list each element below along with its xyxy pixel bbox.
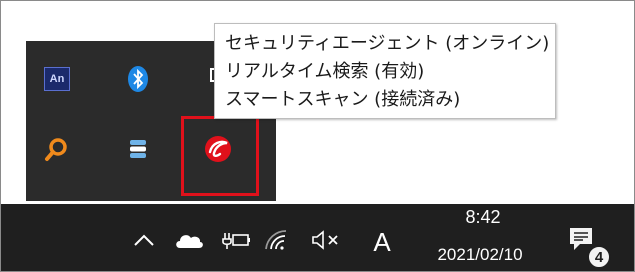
bluetooth-icon[interactable] [118, 59, 158, 99]
an-app-label: An [49, 73, 65, 85]
onedrive-cloud-icon[interactable] [173, 229, 205, 251]
an-app-icon[interactable]: An [37, 59, 77, 99]
tooltip-line-smartscan: スマートスキャン (接続済み) [225, 89, 461, 110]
tooltip-line-realtime: リアルタイム検索 (有効) [225, 61, 425, 82]
chevron-up-icon[interactable] [131, 227, 157, 253]
highlight-box [181, 116, 259, 196]
tooltip-line-status: セキュリティエージェント (オンライン) [225, 33, 550, 54]
ime-indicator[interactable]: A [370, 225, 394, 259]
notification-count-badge: 4 [587, 245, 611, 269]
clock-date[interactable]: 2021/02/10 [415, 245, 545, 265]
search-magnifier-icon[interactable] [37, 129, 77, 169]
screenshot-frame: An セキュリティエージェント (オンライン) リアルタイム検索 (有効) スマ… [0, 0, 635, 272]
database-icon[interactable] [118, 129, 158, 169]
battery-plug-icon[interactable] [221, 227, 251, 253]
volume-muted-icon[interactable] [307, 227, 347, 253]
security-agent-tooltip: セキュリティエージェント (オンライン) リアルタイム検索 (有効) スマートス… [214, 23, 556, 119]
wifi-icon[interactable] [263, 227, 289, 253]
clock-time[interactable]: 8:42 [449, 207, 517, 228]
